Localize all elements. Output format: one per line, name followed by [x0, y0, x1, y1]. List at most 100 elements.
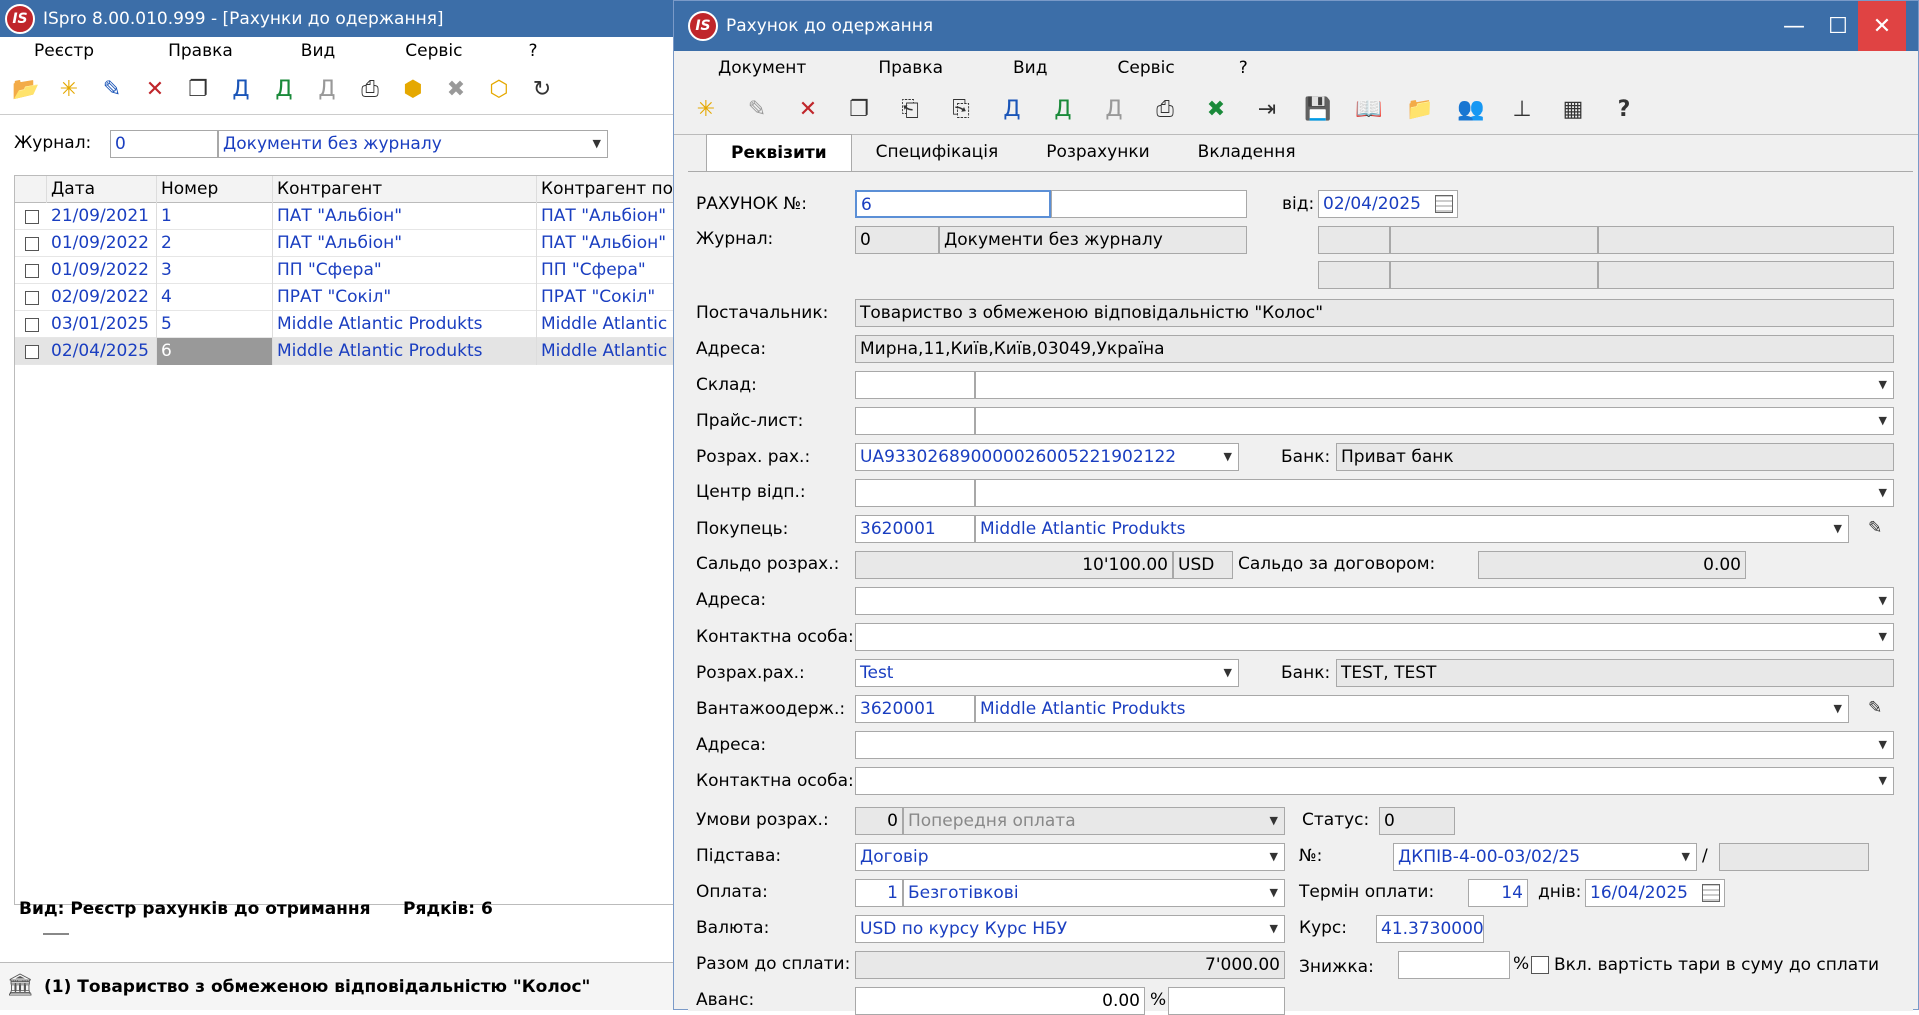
col-contractor[interactable]: Контрагент — [273, 176, 537, 203]
calendar-icon[interactable] — [1702, 884, 1720, 902]
center-select[interactable] — [975, 479, 1894, 507]
menu-help[interactable]: ? — [1239, 58, 1248, 78]
row-checkbox[interactable] — [25, 237, 39, 251]
menu-help[interactable]: ? — [528, 41, 537, 61]
pricelist-code[interactable] — [855, 407, 975, 435]
invoice-suffix-input[interactable] — [1051, 190, 1247, 218]
menu-service[interactable]: Сервіс — [405, 41, 462, 61]
close-icon[interactable]: ✕ — [1858, 1, 1906, 51]
hexagon-icon[interactable]: ⬡ — [481, 72, 517, 108]
col-date[interactable]: Дата — [47, 176, 157, 203]
scroll-indicator[interactable] — [43, 933, 69, 935]
users-icon[interactable]: 👥 — [1453, 92, 1489, 128]
delete-icon[interactable]: ✕ — [790, 92, 826, 128]
dk-green-icon[interactable]: Д — [266, 72, 302, 108]
contact-select[interactable] — [855, 623, 1894, 651]
edit-document-icon[interactable]: ✎ — [94, 72, 130, 108]
menu-view[interactable]: Вид — [301, 41, 335, 61]
package-icon[interactable]: ⬢ — [395, 72, 431, 108]
new-document-icon[interactable]: ✳ — [51, 72, 87, 108]
center-code[interactable] — [855, 479, 975, 507]
payment-code[interactable]: 1 — [855, 879, 903, 907]
menu-view[interactable]: Вид — [1013, 58, 1047, 78]
row-checkbox[interactable] — [25, 210, 39, 224]
dk-gray-icon[interactable]: Д — [309, 72, 345, 108]
col-contractor2[interactable]: Контрагент пов — [537, 176, 681, 203]
table-row[interactable]: 21/09/2021 1 ПАТ "Альбіон" ПАТ "Альбіон" — [15, 203, 681, 230]
tab-requisites[interactable]: Реквізити — [706, 134, 852, 172]
buyer-code[interactable]: 3620001 — [855, 515, 975, 543]
dk-blue-icon[interactable]: Д — [994, 92, 1030, 128]
save-icon[interactable]: 💾 — [1300, 92, 1336, 128]
buyer-select[interactable]: Middle Atlantic Produkts — [975, 515, 1849, 543]
account2-select[interactable]: Test — [855, 659, 1239, 687]
help-icon[interactable]: ? — [1606, 92, 1642, 128]
excel-icon[interactable]: ✖ — [1198, 92, 1234, 128]
due-days-input[interactable]: 14 — [1468, 879, 1528, 907]
pencil-icon[interactable]: ✎ — [1868, 698, 1882, 718]
rate-input[interactable]: 41.3730000 — [1376, 915, 1484, 943]
tab-specification[interactable]: Специфікація — [852, 134, 1023, 172]
advance-percent-input[interactable] — [1168, 987, 1285, 1015]
col-number[interactable]: Номер — [157, 176, 273, 203]
calendar-icon[interactable] — [1435, 195, 1453, 213]
table-row[interactable]: 03/01/2025 5 Middle Atlantic Produkts Mi… — [15, 311, 681, 338]
prev-document-icon[interactable]: ⎗ — [892, 92, 928, 128]
basis-select[interactable]: Договір — [855, 843, 1285, 871]
new-document-icon[interactable]: ✳ — [688, 92, 724, 128]
excel-icon[interactable]: ✖ — [438, 72, 474, 108]
copy-icon[interactable]: ❐ — [180, 72, 216, 108]
consignee-select[interactable]: Middle Atlantic Produkts — [975, 695, 1849, 723]
copy-icon[interactable]: ❐ — [841, 92, 877, 128]
menu-document[interactable]: Документ — [718, 58, 806, 78]
invoice-no-input[interactable]: 6 — [855, 190, 1051, 218]
table-row[interactable]: 02/09/2022 4 ПРАТ "Сокіл" ПРАТ "Сокіл" — [15, 284, 681, 311]
next-document-icon[interactable]: ⎘ — [943, 92, 979, 128]
warehouse-select[interactable] — [975, 371, 1894, 399]
journal-select[interactable]: Документи без журналу — [218, 130, 608, 158]
menu-registry[interactable]: Реєстр — [34, 41, 94, 61]
row-checkbox[interactable] — [25, 345, 39, 359]
currency-select[interactable]: USD по курсу Курс НБУ — [855, 915, 1285, 943]
date-field[interactable]: 02/04/2025 — [1318, 190, 1458, 218]
open-folder-icon[interactable]: 📂 — [8, 72, 44, 108]
dk-green-icon[interactable]: Д — [1045, 92, 1081, 128]
journal-code-field[interactable]: 0 — [110, 130, 218, 158]
table-row[interactable]: 01/09/2022 3 ПП "Сфера" ПП "Сфера" — [15, 257, 681, 284]
print-icon[interactable]: ⎙ — [352, 72, 388, 108]
print-preview-icon[interactable]: ⎙ — [1147, 92, 1183, 128]
row-checkbox[interactable] — [25, 291, 39, 305]
refresh-icon[interactable]: ↻ — [524, 72, 560, 108]
pencil-icon[interactable]: ✎ — [1868, 518, 1882, 538]
contract-no-select[interactable]: ДКПІВ-4-00-03/02/25 — [1393, 843, 1697, 871]
pricelist-select[interactable] — [975, 407, 1894, 435]
book-icon[interactable]: 📖 — [1351, 92, 1387, 128]
tare-checkbox[interactable] — [1531, 956, 1549, 974]
export-icon[interactable]: ⇥ — [1249, 92, 1285, 128]
table-row[interactable]: 01/09/2022 2 ПАТ "Альбіон" ПАТ "Альбіон" — [15, 230, 681, 257]
advance-input[interactable]: 0.00 — [855, 987, 1145, 1015]
table-icon[interactable]: ▦ — [1555, 92, 1591, 128]
address3-select[interactable] — [855, 731, 1894, 759]
minimize-icon[interactable]: — — [1770, 1, 1818, 51]
consignee-code[interactable]: 3620001 — [855, 695, 975, 723]
menu-edit[interactable]: Правка — [168, 41, 233, 61]
discount-input[interactable] — [1398, 951, 1510, 979]
warehouse-code[interactable] — [855, 371, 975, 399]
menu-service[interactable]: Сервіс — [1117, 58, 1174, 78]
payment-select[interactable]: Безготівкові — [903, 879, 1285, 907]
edit-document-icon[interactable]: ✎ — [739, 92, 775, 128]
menu-edit[interactable]: Правка — [878, 58, 943, 78]
dk-gray-icon[interactable]: Д — [1096, 92, 1132, 128]
contact2-select[interactable] — [855, 767, 1894, 795]
address2-select[interactable] — [855, 587, 1894, 615]
hierarchy-icon[interactable]: ⊥ — [1504, 92, 1540, 128]
maximize-icon[interactable]: ☐ — [1814, 1, 1862, 51]
row-checkbox[interactable] — [25, 318, 39, 332]
delete-icon[interactable]: ✕ — [137, 72, 173, 108]
row-checkbox[interactable] — [25, 264, 39, 278]
due-date-field[interactable]: 16/04/2025 — [1585, 879, 1725, 907]
table-row-selected[interactable]: 02/04/2025 6 Middle Atlantic Produkts Mi… — [15, 338, 681, 365]
tab-calculations[interactable]: Розрахунки — [1022, 134, 1173, 172]
dk-blue-icon[interactable]: Д — [223, 72, 259, 108]
